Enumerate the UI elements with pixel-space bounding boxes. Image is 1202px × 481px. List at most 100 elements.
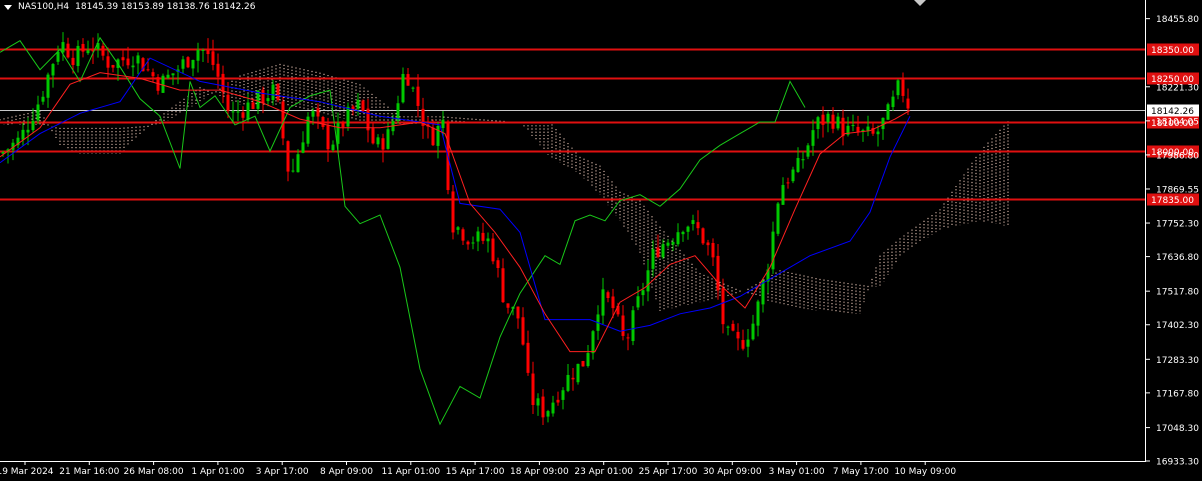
candle-body bbox=[441, 119, 445, 129]
candle-body bbox=[491, 238, 495, 262]
dropdown-triangle-icon[interactable] bbox=[4, 4, 12, 10]
candle-body bbox=[691, 220, 695, 224]
time-tick-label: 10 May 09:00 bbox=[894, 467, 956, 477]
time-tick-label: 25 Apr 17:00 bbox=[639, 467, 698, 477]
candle-body bbox=[736, 331, 740, 339]
candle-body bbox=[641, 290, 645, 296]
candle-body bbox=[546, 411, 550, 417]
candle-body bbox=[366, 108, 370, 131]
candle-body bbox=[216, 63, 220, 77]
candle-body bbox=[461, 229, 465, 241]
symbol-timeframe: NAS100,H4 bbox=[18, 2, 70, 12]
candle-body bbox=[296, 154, 300, 173]
price-tick-label: 18104.05 bbox=[1156, 117, 1199, 127]
candle-body bbox=[41, 96, 45, 102]
price-tick-label: 16933.30 bbox=[1156, 458, 1199, 468]
current-price-label: 18142.26 bbox=[1151, 107, 1194, 117]
candle-body bbox=[676, 232, 680, 245]
chart-header: NAS100,H4 18145.39 18153.89 18138.76 181… bbox=[4, 2, 256, 12]
candle-body bbox=[286, 141, 290, 172]
price-tick-label: 17869.55 bbox=[1156, 185, 1199, 195]
candle-body bbox=[476, 231, 480, 242]
candle-body bbox=[371, 128, 375, 144]
price-tick-label: 17048.30 bbox=[1156, 424, 1199, 434]
candle-body bbox=[711, 242, 715, 258]
price-tick-label: 17752.30 bbox=[1156, 220, 1199, 230]
candle-body bbox=[211, 51, 215, 65]
price-tick-label: 17402.30 bbox=[1156, 321, 1199, 331]
candle-body bbox=[186, 57, 190, 68]
candle-body bbox=[451, 191, 455, 233]
candle-body bbox=[551, 402, 555, 414]
candle-body bbox=[26, 129, 30, 133]
candle-body bbox=[811, 130, 815, 146]
candle-body bbox=[271, 84, 275, 100]
candle-body bbox=[401, 73, 405, 103]
candle-body bbox=[866, 126, 870, 131]
candle-body bbox=[71, 57, 75, 65]
candle-body bbox=[316, 108, 320, 117]
candle-body bbox=[136, 55, 140, 64]
candle-body bbox=[631, 310, 635, 342]
candle-body bbox=[311, 110, 315, 117]
candle-body bbox=[881, 117, 885, 130]
candle-body bbox=[516, 306, 520, 319]
candle-body bbox=[701, 228, 705, 244]
candle-body bbox=[561, 390, 565, 400]
candle-body bbox=[236, 111, 240, 113]
candle-body bbox=[501, 268, 505, 303]
candle-body bbox=[56, 51, 60, 62]
candle-body bbox=[581, 361, 585, 367]
candle-body bbox=[856, 126, 860, 132]
candle-body bbox=[716, 255, 720, 291]
price-tick-label: 17986.80 bbox=[1156, 151, 1199, 161]
candle-body bbox=[666, 242, 670, 246]
candle-body bbox=[671, 241, 675, 245]
candle-body bbox=[251, 102, 255, 109]
candle-body bbox=[831, 114, 835, 129]
candle-body bbox=[636, 296, 640, 308]
candle-body bbox=[876, 131, 880, 135]
time-tick-label: 30 Apr 09:00 bbox=[703, 467, 762, 477]
candle-body bbox=[896, 80, 900, 96]
candle-body bbox=[656, 247, 660, 257]
candle-body bbox=[166, 74, 170, 79]
candle-body bbox=[146, 69, 150, 71]
time-tick-label: 21 Mar 16:00 bbox=[59, 467, 119, 477]
candle-body bbox=[31, 120, 35, 131]
candle-body bbox=[836, 116, 840, 129]
candle-body bbox=[726, 326, 730, 328]
time-tick-label: 3 May 01:00 bbox=[769, 467, 825, 477]
candle-body bbox=[586, 353, 590, 367]
time-tick-label: 1 Apr 01:00 bbox=[191, 467, 244, 477]
time-tick-label: 15 Apr 17:00 bbox=[446, 467, 505, 477]
candle-body bbox=[361, 100, 365, 112]
candle-body bbox=[576, 363, 580, 383]
candle-body bbox=[756, 301, 760, 326]
candle-body bbox=[181, 59, 185, 69]
candle-body bbox=[731, 323, 735, 331]
candle-body bbox=[621, 315, 625, 336]
candle-body bbox=[51, 64, 55, 76]
candle-body bbox=[606, 292, 610, 299]
candle-body bbox=[626, 337, 630, 339]
candle-body bbox=[206, 49, 210, 55]
candle-body bbox=[241, 112, 245, 118]
candle-body bbox=[246, 102, 250, 120]
candle-body bbox=[906, 98, 910, 109]
candle-body bbox=[261, 89, 265, 104]
time-tick-label: 18 Apr 09:00 bbox=[510, 467, 569, 477]
price-chart[interactable]: 18350.0018250.0018100.0018000.0017835.00… bbox=[0, 0, 1202, 481]
candle-body bbox=[231, 111, 235, 113]
candle-body bbox=[191, 59, 195, 69]
candle-body bbox=[341, 122, 345, 128]
candle-body bbox=[21, 129, 25, 140]
candle-body bbox=[891, 96, 895, 108]
candle-body bbox=[826, 113, 830, 123]
price-tick-label: 18455.80 bbox=[1156, 15, 1199, 25]
candle-body bbox=[266, 98, 270, 102]
candle-body bbox=[591, 331, 595, 354]
candle-body bbox=[406, 74, 410, 86]
candle-body bbox=[686, 226, 690, 232]
candle-body bbox=[101, 45, 105, 56]
